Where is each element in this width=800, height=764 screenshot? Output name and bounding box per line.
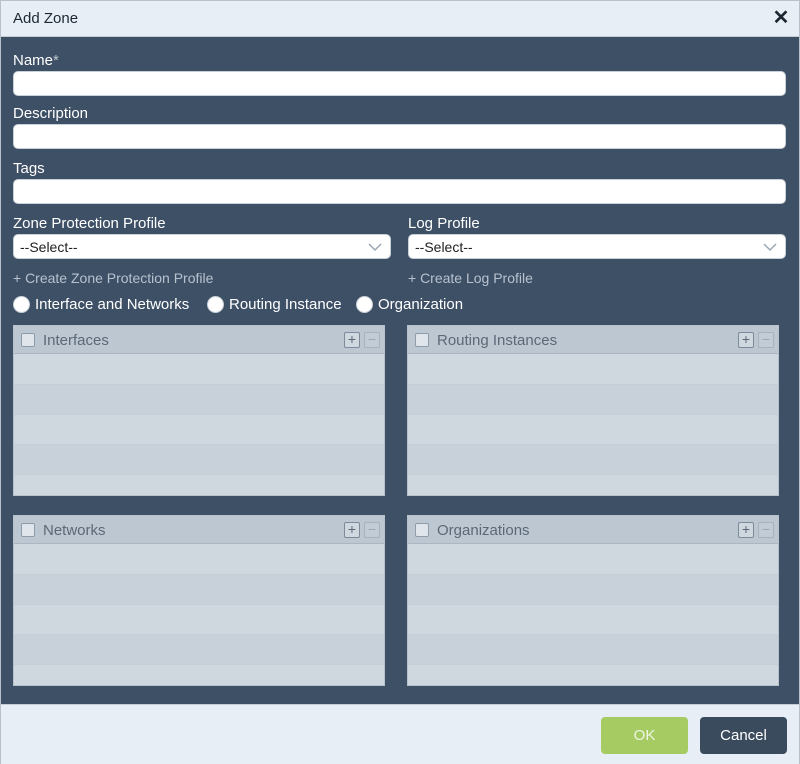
interfaces-grid: Interfaces + − <box>13 325 385 496</box>
table-row <box>408 355 778 385</box>
dialog-title: Add Zone <box>13 10 79 27</box>
table-row <box>408 445 778 475</box>
radio-interface-and-networks[interactable]: Interface and Networks <box>13 294 189 314</box>
grid-rows <box>408 545 778 685</box>
table-row <box>14 445 384 475</box>
select-all-checkbox[interactable] <box>21 333 35 347</box>
radio-label: Routing Instance <box>229 295 342 313</box>
grid-title: Routing Instances <box>437 332 558 349</box>
grid-header: Organizations + − <box>408 516 778 544</box>
add-icon[interactable]: + <box>344 522 360 538</box>
table-row <box>14 415 384 445</box>
grid-title: Organizations <box>437 522 530 539</box>
remove-icon[interactable]: − <box>758 522 774 538</box>
create-log-profile-link[interactable]: + Create Log Profile <box>408 270 533 286</box>
select-all-checkbox[interactable] <box>21 523 35 537</box>
cancel-button[interactable]: Cancel <box>700 717 787 754</box>
name-label: Name* <box>13 52 59 69</box>
add-icon[interactable]: + <box>738 522 754 538</box>
add-icon[interactable]: + <box>344 332 360 348</box>
table-row <box>14 385 384 415</box>
radio-circle[interactable] <box>356 295 373 313</box>
zone-protection-label: Zone Protection Profile <box>13 215 166 232</box>
chevron-down-icon <box>763 243 777 252</box>
create-zone-protection-link[interactable]: + Create Zone Protection Profile <box>13 270 213 286</box>
table-row <box>408 665 778 685</box>
table-row <box>408 575 778 605</box>
zone-protection-selected: --Select-- <box>20 239 78 255</box>
log-profile-select[interactable]: --Select-- <box>408 234 786 259</box>
radio-circle[interactable] <box>13 295 30 313</box>
ok-button[interactable]: OK <box>601 717 688 754</box>
grid-header: Networks + − <box>14 516 384 544</box>
tags-label: Tags <box>13 160 45 177</box>
grid-rows <box>14 355 384 495</box>
radio-organization[interactable]: Organization <box>356 294 463 314</box>
description-label: Description <box>13 105 89 122</box>
table-row <box>14 575 384 605</box>
radio-circle[interactable] <box>207 295 224 313</box>
table-row <box>14 545 384 575</box>
grid-rows <box>408 355 778 495</box>
tags-input[interactable] <box>13 179 786 204</box>
zone-protection-select[interactable]: --Select-- <box>13 234 391 259</box>
grid-header: Interfaces + − <box>14 326 384 354</box>
grid-rows <box>14 545 384 685</box>
table-row <box>408 545 778 575</box>
table-row <box>408 475 778 495</box>
table-row <box>14 665 384 685</box>
close-icon[interactable]: ✕ <box>771 8 791 28</box>
table-row <box>408 635 778 665</box>
remove-icon[interactable]: − <box>364 332 380 348</box>
grid-title: Interfaces <box>43 332 109 349</box>
table-row <box>14 355 384 385</box>
dialog-footer: OK Cancel <box>1 704 799 764</box>
organizations-grid: Organizations + − <box>407 515 779 686</box>
add-icon[interactable]: + <box>738 332 754 348</box>
table-row <box>408 385 778 415</box>
table-row <box>408 415 778 445</box>
name-label-text: Name <box>13 52 54 69</box>
radio-routing-instance[interactable]: Routing Instance <box>207 294 342 314</box>
dialog-titlebar: Add Zone ✕ <box>1 1 799 37</box>
description-input[interactable] <box>13 124 786 149</box>
table-row <box>408 605 778 635</box>
grid-title: Networks <box>43 522 106 539</box>
log-profile-selected: --Select-- <box>415 239 473 255</box>
required-mark: * <box>53 52 59 69</box>
log-profile-label: Log Profile <box>408 215 480 232</box>
routing-instances-grid: Routing Instances + − <box>407 325 779 496</box>
radio-label: Organization <box>378 295 464 313</box>
table-row <box>14 635 384 665</box>
remove-icon[interactable]: − <box>364 522 380 538</box>
table-row <box>14 475 384 495</box>
select-all-checkbox[interactable] <box>415 333 429 347</box>
name-input[interactable] <box>13 71 786 96</box>
networks-grid: Networks + − <box>13 515 385 686</box>
add-zone-dialog: Add Zone ✕ Name* Description Tags Zone P… <box>0 0 800 764</box>
remove-icon[interactable]: − <box>758 332 774 348</box>
chevron-down-icon <box>368 243 382 252</box>
radio-label: Interface and Networks <box>35 295 190 313</box>
table-row <box>14 605 384 635</box>
grid-header: Routing Instances + − <box>408 326 778 354</box>
select-all-checkbox[interactable] <box>415 523 429 537</box>
